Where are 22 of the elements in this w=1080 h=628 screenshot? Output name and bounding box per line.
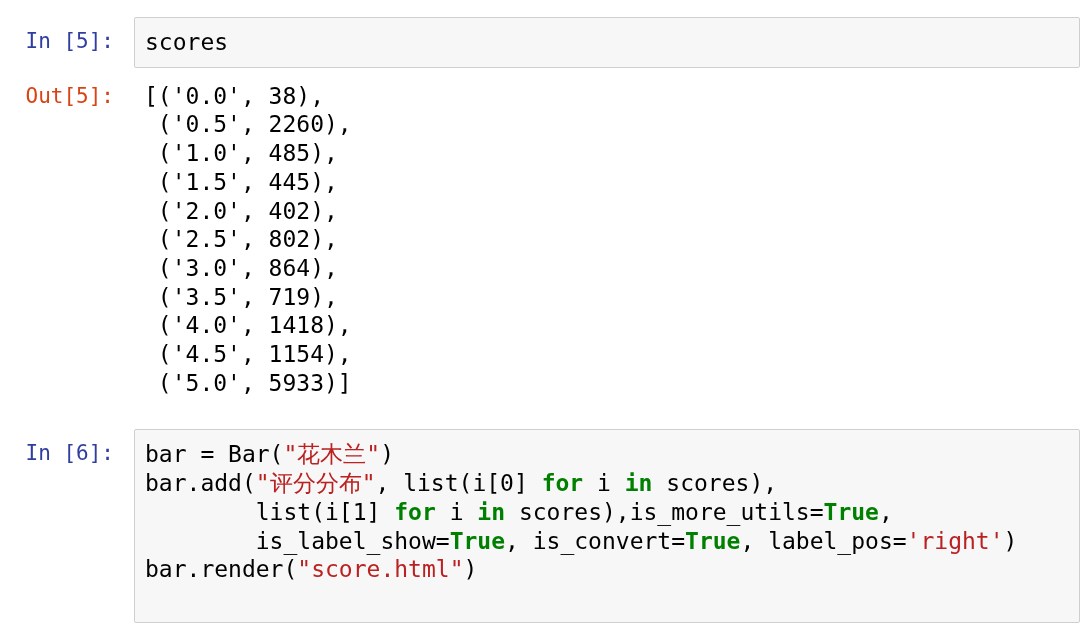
code-line: scores [145,28,230,57]
code-line: bar = Bar("花木兰") [145,440,396,470]
output-line: ('2.0', 402), [156,196,339,226]
code-line: list(i[1] for i in scores),is_more_utils=True, [254,497,894,527]
output-prompt: Out[5]: [24,82,115,110]
output-line: ('4.0', 1418), [156,311,352,341]
code-line: bar.add("评分分布", list(i[0] for i in scores), [145,469,779,498]
input-prompt: In [5]: [24,28,115,55]
output-line: ('3.5', 719), [156,282,339,312]
output-line: ('5.0', 5933)] [156,368,352,398]
output-line: ('1.0', 485), [156,139,339,168]
output-line: ('1.5', 445), [156,167,339,197]
code-line: bar.render("score.html") [145,555,479,584]
output-line: ('4.5', 1154), [156,340,352,369]
output-line: ('0.5', 2260), [156,110,352,140]
output-line: [('0.0', 38), [144,81,325,111]
code-cell[interactable]: bar = Bar("花木兰") bar.add("评分分布", list(i[0] for i in scores), list(i[1] for i in scores),is_more_utils=True, is_label_show=True, is_convert=True, label_pos='right') bar.render("score.html") [134,429,1080,624]
code-cell[interactable]: scores [134,17,1080,68]
output-line: ('3.0', 864), [156,253,339,283]
code-line: is_label_show=True, is_convert=True, label_pos='right') [254,526,1019,556]
input-prompt: In [6]: [24,440,115,468]
output-line: ('2.5', 802), [156,225,339,254]
